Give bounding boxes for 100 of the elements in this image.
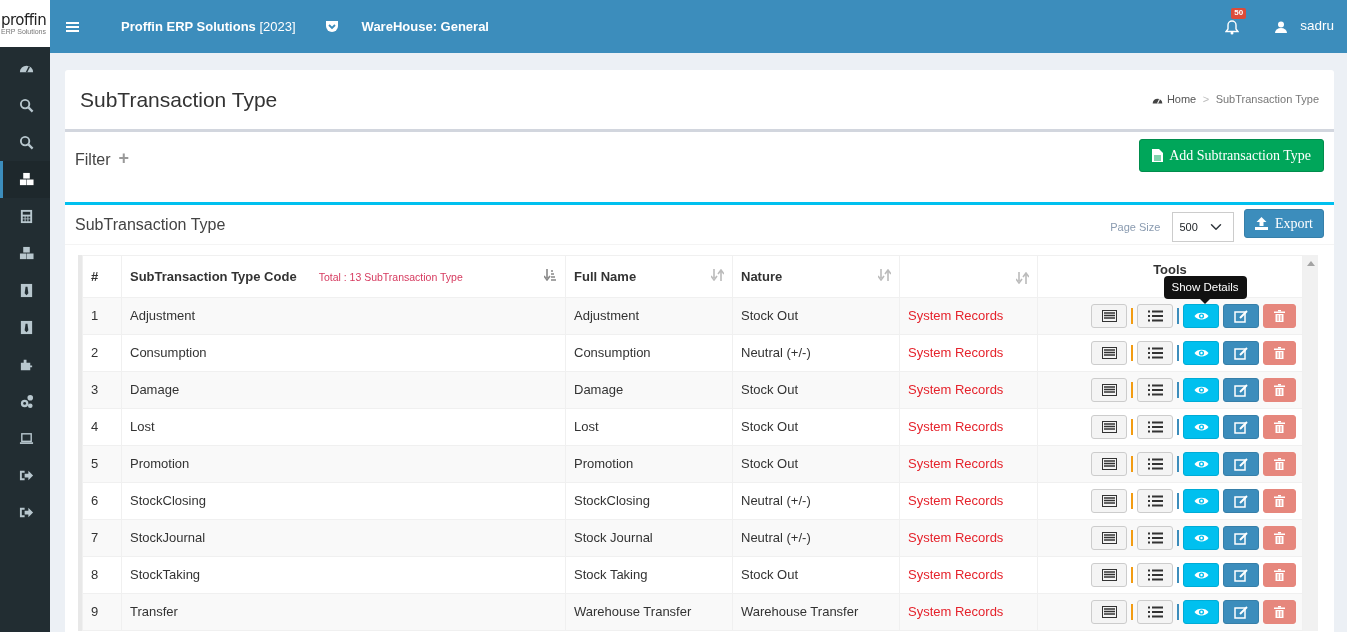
- edit-icon: [1234, 457, 1248, 471]
- details-button[interactable]: [1091, 378, 1127, 402]
- view-button[interactable]: [1183, 304, 1219, 328]
- list-button[interactable]: [1137, 600, 1173, 624]
- list-button[interactable]: [1137, 526, 1173, 550]
- edit-button[interactable]: [1223, 378, 1259, 402]
- table-cell: 9: [82, 593, 122, 631]
- details-button[interactable]: [1091, 600, 1127, 624]
- eye-icon: [1193, 348, 1209, 358]
- delete-button[interactable]: [1263, 489, 1296, 513]
- edit-icon: [1234, 383, 1248, 397]
- trash-icon: [1274, 310, 1285, 322]
- edit-button[interactable]: [1223, 341, 1259, 365]
- list-button[interactable]: [1137, 563, 1173, 587]
- edit-button[interactable]: [1223, 526, 1259, 550]
- cubes-icon: [19, 246, 34, 261]
- column-header[interactable]: Full Name: [574, 268, 637, 284]
- view-button[interactable]: [1183, 415, 1219, 439]
- list-button[interactable]: [1137, 304, 1173, 328]
- view-button[interactable]: [1183, 341, 1219, 365]
- table-cell: 5: [82, 445, 122, 483]
- total-count: Total : 13 SubTransaction Type: [318, 270, 463, 283]
- edit-button[interactable]: [1223, 415, 1259, 439]
- details-button[interactable]: [1091, 415, 1127, 439]
- edit-button[interactable]: [1223, 489, 1259, 513]
- calculator-icon: [19, 209, 34, 224]
- sidebar-item[interactable]: [0, 161, 50, 198]
- delete-button[interactable]: [1263, 304, 1296, 328]
- view-button[interactable]: [1183, 563, 1219, 587]
- list-button[interactable]: [1137, 489, 1173, 513]
- table-cell: Adjustment: [121, 297, 566, 335]
- breadcrumb-link[interactable]: Home: [1166, 91, 1197, 108]
- view-button[interactable]: [1183, 452, 1219, 476]
- trash-icon: [1274, 458, 1285, 470]
- list-icon: [1147, 495, 1163, 507]
- delete-button[interactable]: [1263, 452, 1296, 476]
- details-button[interactable]: [1091, 304, 1127, 328]
- scroll-up-icon[interactable]: [1306, 261, 1315, 266]
- table-cell: Neutral (+/-): [732, 519, 900, 557]
- view-button[interactable]: [1183, 526, 1219, 550]
- pocket-icon[interactable]: [324, 20, 339, 33]
- edit-icon: [1234, 309, 1248, 323]
- view-button[interactable]: [1183, 489, 1219, 513]
- bell-icon[interactable]: [1225, 19, 1240, 35]
- list-button[interactable]: [1137, 452, 1173, 476]
- eye-icon: [1193, 422, 1209, 432]
- filter-label: Filter: [75, 150, 111, 170]
- export-button[interactable]: Export: [1244, 208, 1324, 238]
- sort-icon[interactable]: [544, 268, 557, 281]
- column-header[interactable]: Nature: [741, 268, 783, 284]
- table-cell: Consumption: [121, 334, 566, 372]
- delete-button[interactable]: [1263, 415, 1296, 439]
- trash-icon: [1274, 421, 1285, 433]
- logo-text: proffin: [1, 12, 48, 28]
- details-button[interactable]: [1091, 489, 1127, 513]
- list-button[interactable]: [1137, 341, 1173, 365]
- page-size-select[interactable]: 500: [1172, 212, 1235, 242]
- view-button[interactable]: [1183, 600, 1219, 624]
- view-button[interactable]: [1183, 378, 1219, 402]
- table-cell: Promotion: [565, 445, 733, 483]
- delete-button[interactable]: [1263, 341, 1296, 365]
- list-button[interactable]: [1137, 415, 1173, 439]
- table-cell: StockTaking: [121, 556, 566, 594]
- delete-button[interactable]: [1263, 563, 1296, 587]
- table-cell: StockJournal: [121, 519, 566, 557]
- table-cell: 4: [82, 408, 122, 446]
- edit-icon: [1234, 531, 1248, 545]
- page-title: SubTransaction Type: [80, 86, 278, 113]
- list-icon: [1147, 458, 1163, 470]
- delete-button[interactable]: [1263, 600, 1296, 624]
- table-cell: Stock Out: [732, 371, 900, 409]
- edit-button[interactable]: [1223, 304, 1259, 328]
- edit-button[interactable]: [1223, 563, 1259, 587]
- user-name[interactable]: sadru: [1300, 16, 1334, 37]
- warehouse-label[interactable]: WareHouse: General: [361, 16, 489, 37]
- notification-count: 50: [1231, 7, 1247, 19]
- breadcrumb-separator: >: [1202, 92, 1210, 108]
- details-button[interactable]: [1091, 526, 1127, 550]
- list-card-icon: [1101, 310, 1117, 322]
- table-cell: Transfer: [121, 593, 566, 631]
- table-cell: Stock Journal: [565, 519, 733, 557]
- edit-button[interactable]: [1223, 452, 1259, 476]
- delete-button[interactable]: [1263, 526, 1296, 550]
- edit-button[interactable]: [1223, 600, 1259, 624]
- table-cell: System Records: [899, 556, 1038, 594]
- list-card-icon: [1101, 606, 1117, 618]
- details-button[interactable]: [1091, 563, 1127, 587]
- list-button[interactable]: [1137, 378, 1173, 402]
- delete-button[interactable]: [1263, 378, 1296, 402]
- menu-icon[interactable]: [66, 20, 79, 33]
- table-cell: Stock Out: [732, 297, 900, 335]
- edit-icon: [1234, 346, 1248, 360]
- details-button[interactable]: [1091, 452, 1127, 476]
- table-cell: 2: [82, 334, 122, 372]
- column-header[interactable]: SubTransaction Type Code: [130, 268, 297, 284]
- eye-icon: [1193, 570, 1209, 580]
- table-cell: Stock Out: [732, 445, 900, 483]
- details-button[interactable]: [1091, 341, 1127, 365]
- eye-icon: [1193, 607, 1209, 617]
- table-cell: Promotion: [121, 445, 566, 483]
